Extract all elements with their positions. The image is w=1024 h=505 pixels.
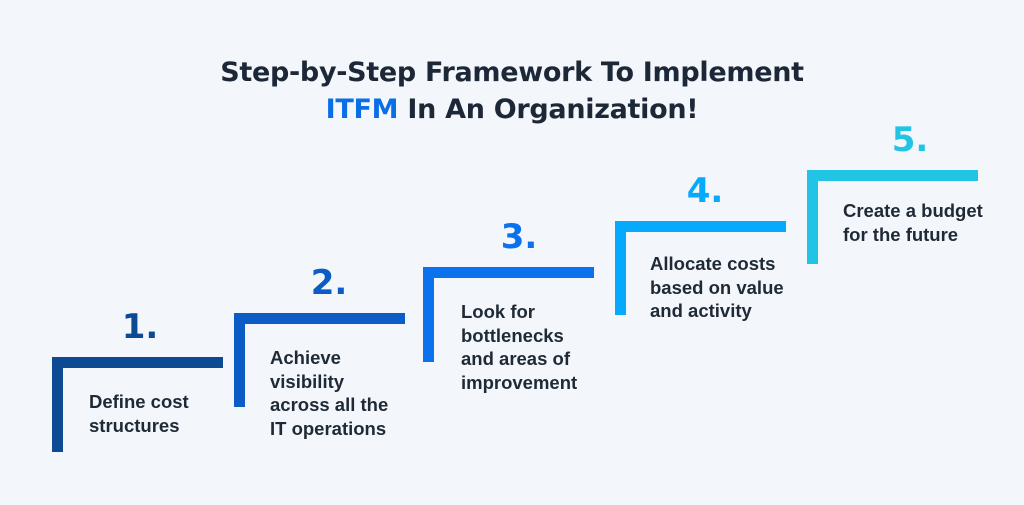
step-number: 3. — [500, 217, 538, 257]
title-accent: ITFM — [325, 94, 399, 125]
step-description: Create a budget for the future — [843, 200, 983, 245]
step-bracket-side — [423, 267, 434, 362]
step-description: Allocate costs based on value and activi… — [650, 253, 784, 321]
step-bracket-top — [807, 170, 978, 181]
step-number: 4. — [686, 171, 724, 211]
step-number: 2. — [310, 263, 348, 303]
step-description: Achieve visibility across all the IT ope… — [270, 347, 389, 439]
step-bracket-side — [234, 313, 245, 407]
step-description: Look for bottlenecks and areas of improv… — [461, 301, 578, 393]
step-bracket-side — [615, 221, 626, 315]
step-bracket-top — [234, 313, 405, 324]
title-line-2: ITFM In An Organization! — [0, 91, 1024, 128]
title-line-2-rest: In An Organization! — [398, 94, 699, 125]
step-bracket-top — [52, 357, 223, 368]
page-title: Step-by-Step Framework To Implement ITFM… — [0, 54, 1024, 128]
step-number: 5. — [891, 120, 929, 160]
step-description: Define cost structures — [89, 391, 189, 436]
title-line-1: Step-by-Step Framework To Implement — [220, 57, 804, 88]
step-number: 1. — [121, 307, 159, 347]
step-bracket-side — [52, 357, 63, 452]
step-bracket-side — [807, 170, 818, 264]
step-bracket-top — [423, 267, 594, 278]
step-bracket-top — [615, 221, 786, 232]
